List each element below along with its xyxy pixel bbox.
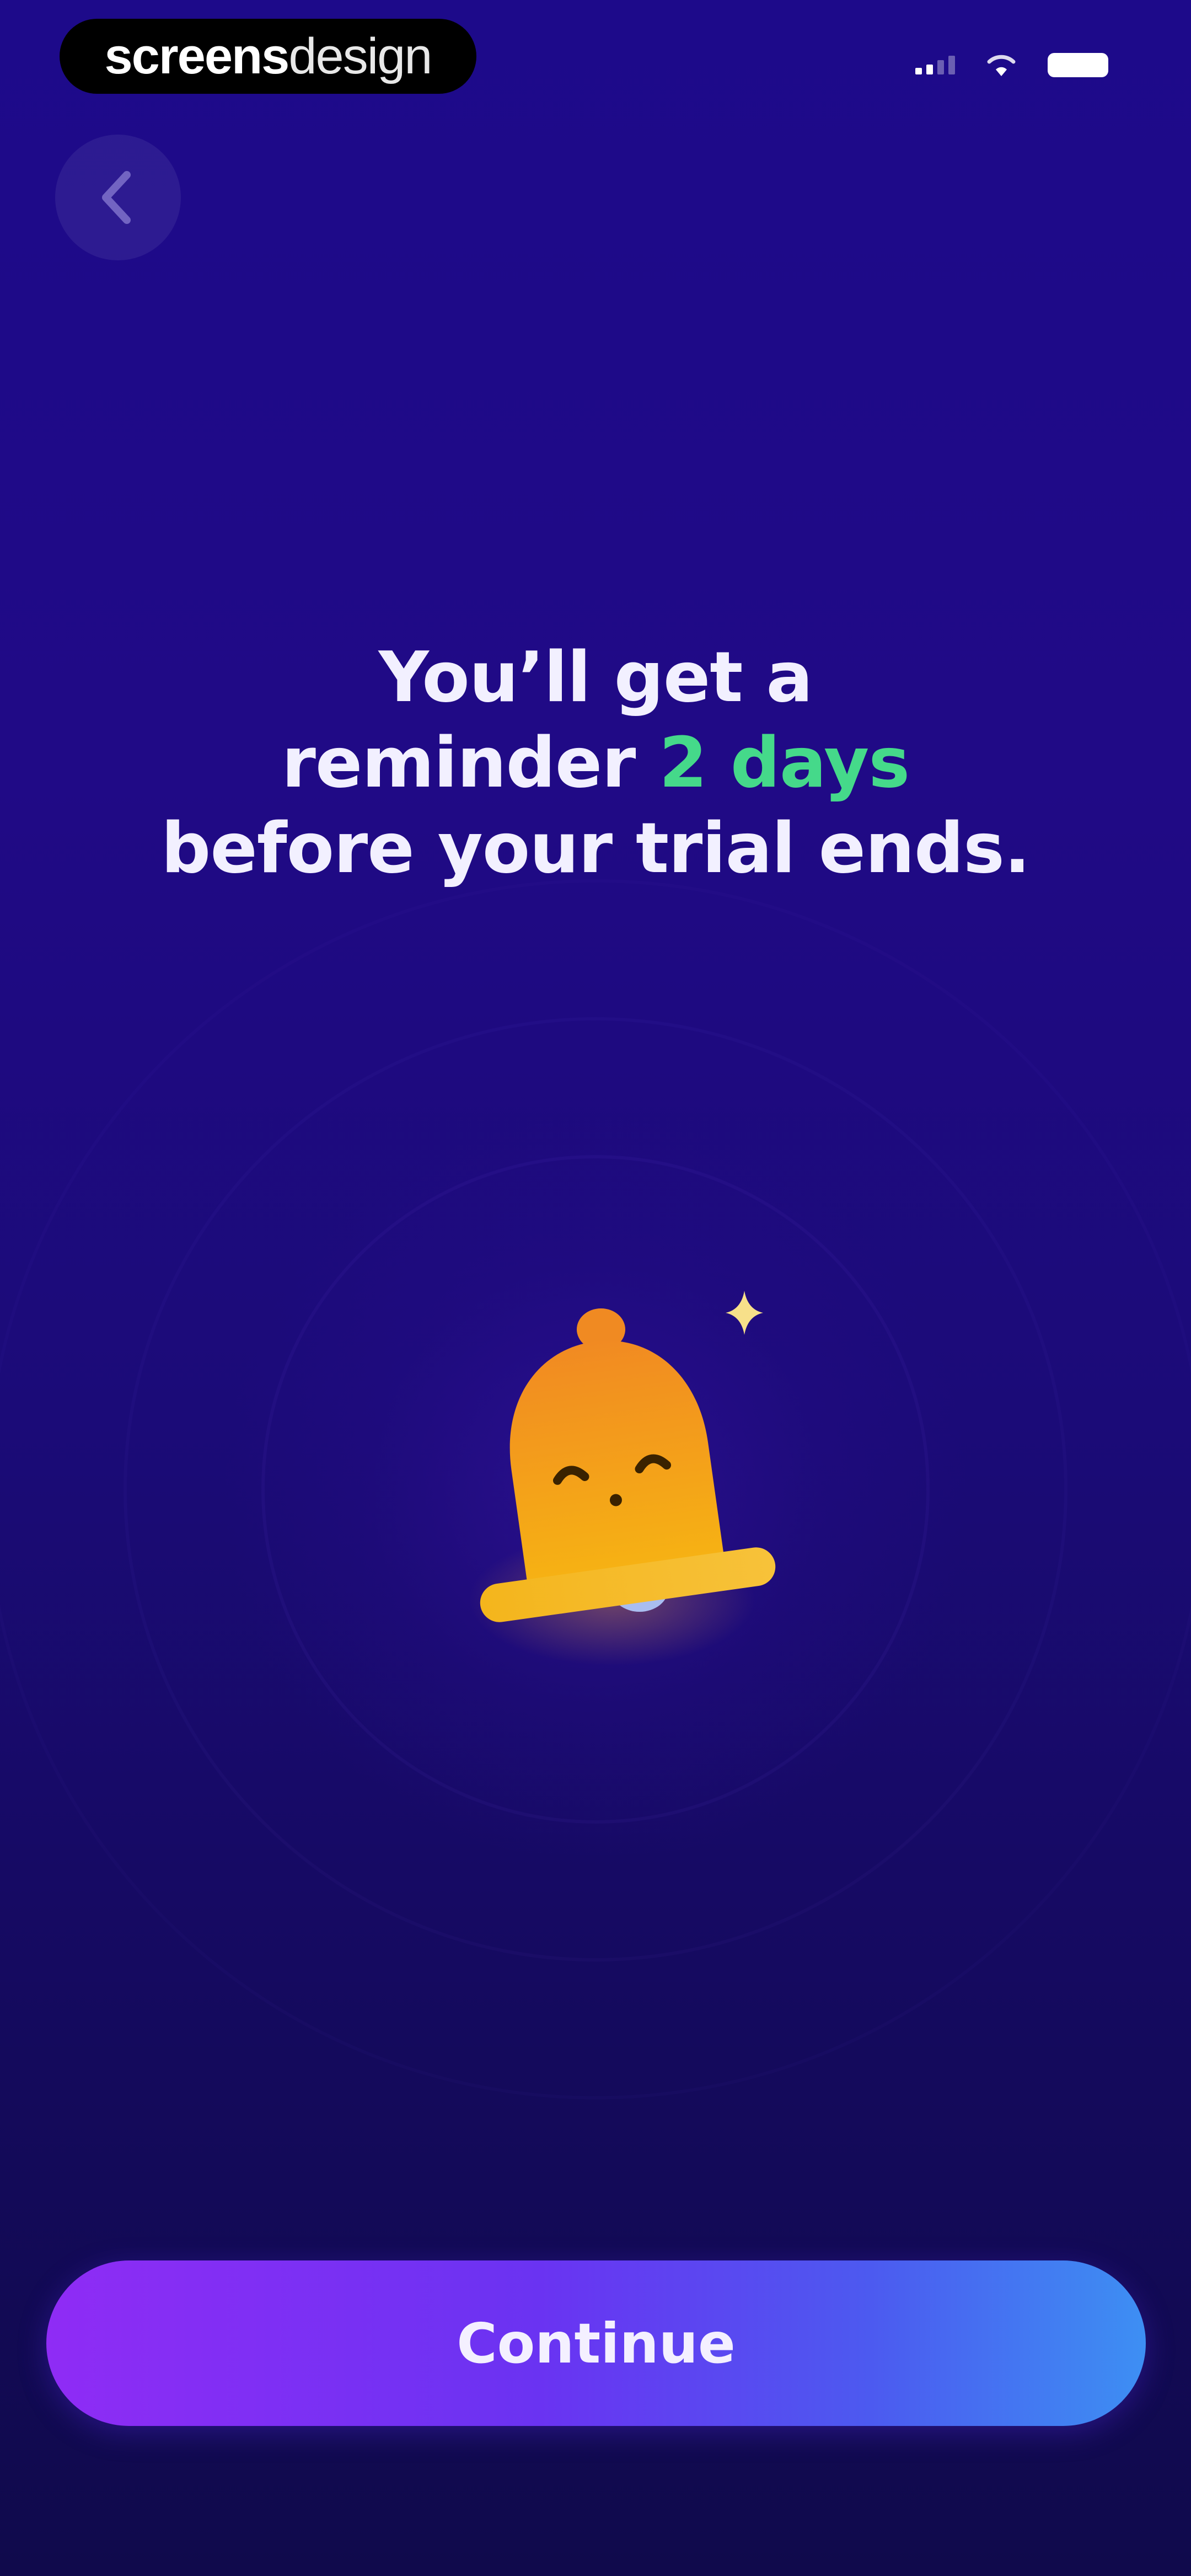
chevron-left-icon	[102, 171, 131, 224]
page-title: You’ll get a reminder 2 days before your…	[0, 634, 1191, 891]
headline-line-2-text: reminder	[281, 722, 659, 803]
brand-text-bold: screens	[104, 28, 290, 84]
status-bar-icons	[915, 53, 1108, 77]
continue-button[interactable]: Continue	[46, 2260, 1146, 2426]
bell-icon	[469, 1291, 776, 1666]
battery-icon	[1048, 53, 1108, 77]
headline-line-1: You’ll get a	[378, 637, 813, 718]
headline-line-2: reminder 2 days	[0, 720, 1191, 805]
headline-line-3: before your trial ends.	[161, 808, 1031, 889]
sparkle-icon	[726, 1291, 763, 1335]
brand-watermark: screens design	[60, 19, 476, 94]
trial-reminder-screen: screens design You’ll get a reminder 2 da…	[0, 0, 1191, 2576]
back-button[interactable]	[55, 135, 181, 260]
reminder-days-highlight: 2 days	[659, 722, 910, 803]
signal-icon	[915, 56, 955, 74]
brand-text-light: design	[288, 28, 432, 84]
wifi-icon	[987, 55, 1016, 76]
